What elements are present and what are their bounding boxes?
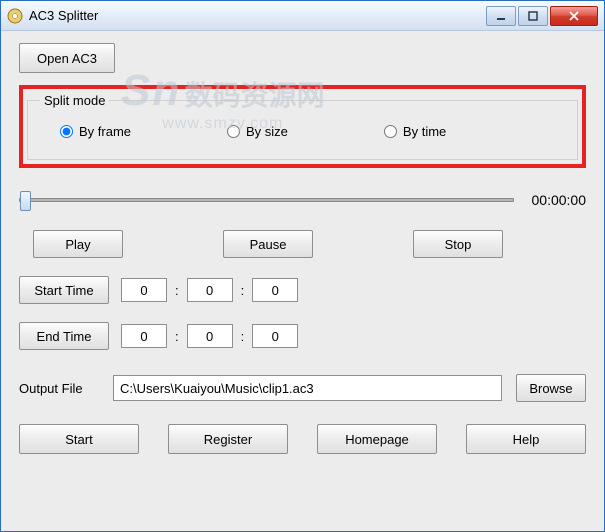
homepage-button[interactable]: Homepage xyxy=(317,424,437,454)
split-mode-legend: Split mode xyxy=(40,93,109,108)
start-time-button[interactable]: Start Time xyxy=(19,276,109,304)
client-area: Sn 数码资源网 www.smzy.com Open AC3 Split mod… xyxy=(1,31,604,531)
end-time-s[interactable] xyxy=(252,324,298,348)
radio-by-size[interactable]: By size xyxy=(227,124,288,139)
split-mode-highlight: Split mode By frame By size By time xyxy=(19,85,586,168)
radio-by-frame-label: By frame xyxy=(79,124,131,139)
help-button[interactable]: Help xyxy=(466,424,586,454)
slider-thumb[interactable] xyxy=(20,191,31,211)
titlebar[interactable]: AC3 Splitter xyxy=(1,1,604,31)
radio-by-time-input[interactable] xyxy=(384,125,397,138)
start-time-h[interactable] xyxy=(121,278,167,302)
output-row: Output File Browse xyxy=(19,374,586,402)
colon: : xyxy=(241,283,245,298)
stop-button[interactable]: Stop xyxy=(413,230,503,258)
end-time-m[interactable] xyxy=(187,324,233,348)
play-button[interactable]: Play xyxy=(33,230,123,258)
radio-by-size-label: By size xyxy=(246,124,288,139)
time-display: 00:00:00 xyxy=(524,192,586,208)
start-time-inputs: : : xyxy=(121,278,298,302)
pause-button[interactable]: Pause xyxy=(223,230,313,258)
end-time-inputs: : : xyxy=(121,324,298,348)
bottom-buttons: Start Register Homepage Help xyxy=(19,424,586,454)
media-controls: Play Pause Stop xyxy=(19,230,586,258)
radio-by-time-label: By time xyxy=(403,124,446,139)
minimize-button[interactable] xyxy=(486,6,516,26)
open-ac3-button[interactable]: Open AC3 xyxy=(19,43,115,73)
start-time-m[interactable] xyxy=(187,278,233,302)
position-slider-row: 00:00:00 xyxy=(19,192,586,208)
radio-by-size-input[interactable] xyxy=(227,125,240,138)
colon: : xyxy=(175,329,179,344)
register-button[interactable]: Register xyxy=(168,424,288,454)
app-title: AC3 Splitter xyxy=(29,8,486,23)
colon: : xyxy=(241,329,245,344)
radio-by-frame-input[interactable] xyxy=(60,125,73,138)
position-slider[interactable] xyxy=(19,198,514,202)
split-mode-group: Split mode By frame By size By time xyxy=(27,93,578,160)
start-time-row: Start Time : : xyxy=(19,276,586,304)
browse-button[interactable]: Browse xyxy=(516,374,586,402)
split-mode-options: By frame By size By time xyxy=(40,118,565,139)
radio-by-time[interactable]: By time xyxy=(384,124,446,139)
app-window: AC3 Splitter Sn 数码资源网 www.smzy.com Open … xyxy=(0,0,605,532)
colon: : xyxy=(175,283,179,298)
radio-by-frame[interactable]: By frame xyxy=(60,124,131,139)
close-button[interactable] xyxy=(550,6,598,26)
end-time-row: End Time : : xyxy=(19,322,586,350)
end-time-h[interactable] xyxy=(121,324,167,348)
maximize-button[interactable] xyxy=(518,6,548,26)
app-icon xyxy=(7,8,23,24)
end-time-button[interactable]: End Time xyxy=(19,322,109,350)
window-controls xyxy=(486,6,598,26)
output-label: Output File xyxy=(19,381,99,396)
start-time-s[interactable] xyxy=(252,278,298,302)
start-button[interactable]: Start xyxy=(19,424,139,454)
output-path-field[interactable] xyxy=(113,375,502,401)
